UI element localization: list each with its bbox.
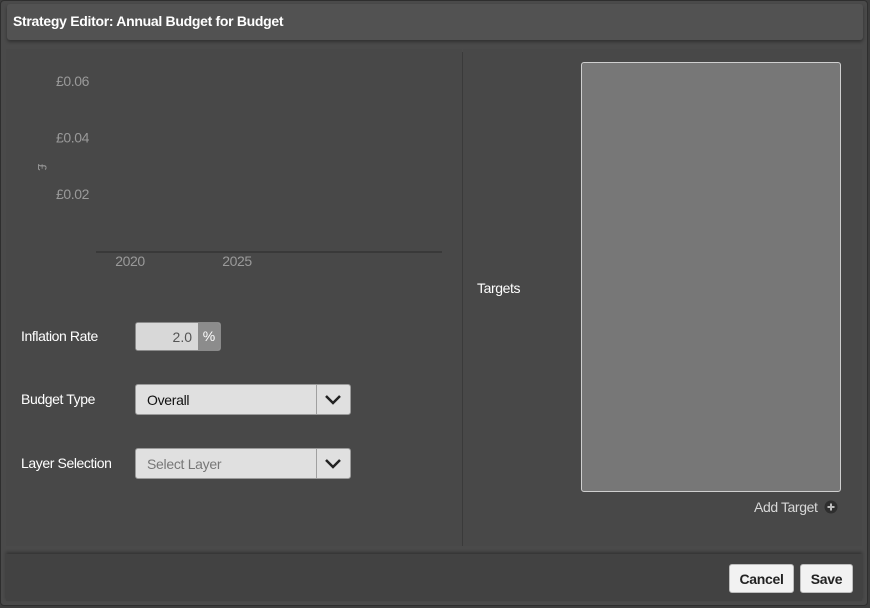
inflation-rate-label: Inflation Rate xyxy=(21,328,98,344)
layer-select-placeholder: Select Layer xyxy=(147,456,222,472)
y-tick-label: £0.02 xyxy=(56,186,90,202)
add-target-link[interactable]: Add Target xyxy=(754,498,838,515)
save-button[interactable]: Save xyxy=(800,564,853,593)
percent-unit: % xyxy=(198,323,220,350)
x-tick-label: 2020 xyxy=(115,253,145,269)
select-separator xyxy=(316,385,317,414)
add-target-label: Add Target xyxy=(754,499,818,516)
chevron-down-icon[interactable] xyxy=(322,393,344,407)
x-tick-label: 2025 xyxy=(222,253,252,269)
y-tick-label: £0.06 xyxy=(56,73,90,89)
cancel-button[interactable]: Cancel xyxy=(729,564,794,593)
targets-list[interactable] xyxy=(581,62,841,492)
inflation-rate-field: % xyxy=(135,322,221,351)
layer-select[interactable]: Select Layer xyxy=(135,448,351,479)
budget-type-select[interactable]: Overall xyxy=(135,384,351,415)
budget-chart: £ £0.06 £0.04 £0.02 2020 2025 xyxy=(35,73,442,269)
y-axis-label: £ xyxy=(35,164,49,171)
layer-selection-label: Layer Selection xyxy=(21,455,112,471)
budget-type-label: Budget Type xyxy=(21,391,95,407)
select-separator xyxy=(316,449,317,478)
budget-type-value: Overall xyxy=(147,392,190,408)
inflation-rate-input[interactable] xyxy=(136,323,198,350)
y-tick-label: £0.04 xyxy=(56,130,90,146)
targets-label: Targets xyxy=(477,280,521,296)
plus-circle-icon[interactable] xyxy=(824,500,838,514)
chevron-down-icon[interactable] xyxy=(322,457,344,471)
